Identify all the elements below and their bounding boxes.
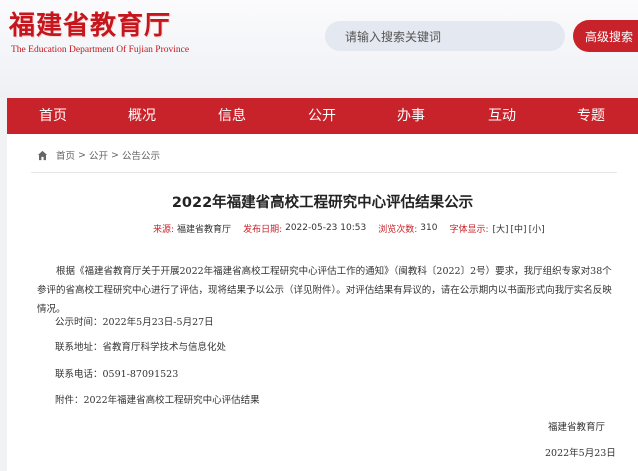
signature: 福建省教育厅 <box>548 422 606 433</box>
search-input[interactable]: 请输入搜索关键词 <box>325 21 565 51</box>
font-small-button[interactable]: [小] <box>529 222 545 235</box>
nav-item-topics[interactable]: 专题 <box>577 98 605 134</box>
attachment-link[interactable]: 附件：2022年福建省高校工程研究中心评估结果 <box>55 392 260 406</box>
breadcrumb-separator: > <box>78 149 86 161</box>
breadcrumb: 首页 > 公开 > 公告公示 <box>37 148 160 162</box>
article-meta: 来源: 福建省教育厅 发布日期: 2022-05-23 10:53 浏览次数: … <box>153 221 546 235</box>
contact-address: 联系地址：省教育厅科学技术与信息化处 <box>55 342 227 353</box>
notice-period: 公示时间：2022年5月23日-5月27日 <box>55 317 214 328</box>
breadcrumb-public[interactable]: 公开 <box>89 148 108 162</box>
contact-phone: 联系电话：0591-87091523 <box>55 369 179 380</box>
font-medium-button[interactable]: [中] <box>511 222 527 235</box>
nav-item-interaction[interactable]: 互动 <box>488 98 516 134</box>
date-value: 2022-05-23 10:53 <box>285 223 367 233</box>
advanced-search-button[interactable]: 高级搜索 <box>573 20 638 52</box>
views-label: 浏览次数: <box>378 224 418 235</box>
date-label: 发布日期: <box>243 224 283 235</box>
font-large-button[interactable]: [大] <box>493 222 509 235</box>
nav-item-services[interactable]: 办事 <box>397 98 425 134</box>
nav-item-overview[interactable]: 概况 <box>128 98 156 134</box>
nav-item-home[interactable]: 首页 <box>39 98 67 134</box>
main-nav: 首页 概况 信息 公开 办事 互动 专题 <box>7 98 638 134</box>
views-value: 310 <box>420 223 438 233</box>
site-logo-subtitle: The Education Department Of Fujian Provi… <box>11 45 190 55</box>
nav-item-public[interactable]: 公开 <box>308 98 336 134</box>
source-value: 福建省教育厅 <box>177 224 232 235</box>
font-size-label: 字体显示: <box>449 224 489 235</box>
nav-item-info[interactable]: 信息 <box>218 98 246 134</box>
source-label: 来源: <box>153 224 175 235</box>
article-paragraph: 根据《福建省教育厅关于开展2022年福建省高校工程研究中心评估工作的通知》（闽教… <box>37 266 612 315</box>
home-icon <box>37 150 48 160</box>
article-title: 2022年福建省高校工程研究中心评估结果公示 <box>171 195 474 211</box>
search-placeholder: 请输入搜索关键词 <box>345 29 442 44</box>
breadcrumb-home[interactable]: 首页 <box>56 148 75 162</box>
breadcrumb-notices[interactable]: 公告公示 <box>122 148 160 162</box>
breadcrumb-separator: > <box>111 149 119 161</box>
site-header: 福建省教育厅 The Education Department Of Fujia… <box>0 0 638 98</box>
article-panel: 首页 > 公开 > 公告公示 2022年福建省高校工程研究中心评估结果公示 来源… <box>7 134 638 471</box>
breadcrumb-divider <box>31 172 617 173</box>
site-logo-title[interactable]: 福建省教育厅 <box>9 9 171 43</box>
sign-date: 2022年5月23日 <box>545 448 616 459</box>
